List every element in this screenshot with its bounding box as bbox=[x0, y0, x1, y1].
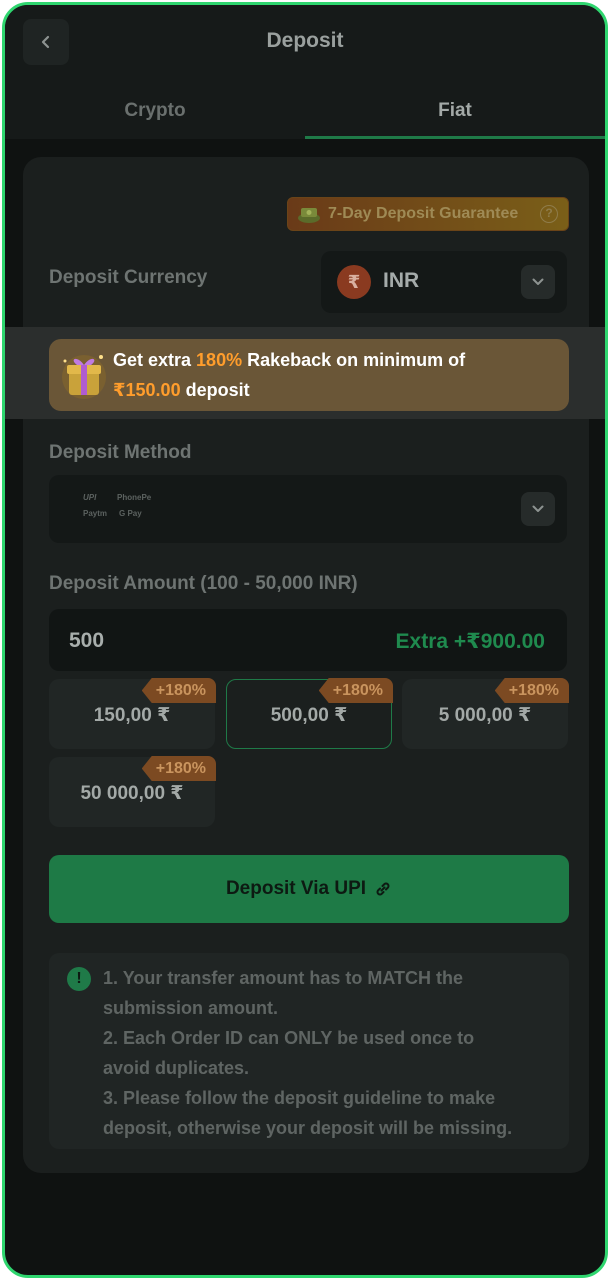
promo-suffix: deposit bbox=[180, 380, 250, 400]
chip-value: 150,00 ₹ bbox=[93, 705, 171, 726]
phone-frame: Deposit Crypto Fiat 7-Day Deposit Guaran… bbox=[2, 2, 608, 1278]
notice-line: 1. Your transfer amount has to MATCH the bbox=[103, 968, 464, 988]
extra-bonus-text: Extra +₹900.00 bbox=[395, 630, 545, 653]
amount-chip-5000[interactable]: +180% 5 000,00 ₹ bbox=[402, 678, 569, 749]
tab-bar: Crypto Fiat bbox=[5, 83, 605, 139]
promo-text: Get extra 180% Rakeback on minimum of ₹15… bbox=[113, 345, 559, 405]
chip-value: 500,00 ₹ bbox=[270, 705, 348, 726]
upi-logo: UPI bbox=[83, 493, 97, 502]
bonus-badge: +180% bbox=[141, 756, 216, 781]
notice-line: 2. Each Order ID can ONLY be used once t… bbox=[103, 1028, 475, 1048]
paytm-logo: Paytm bbox=[83, 509, 108, 518]
money-stack-icon bbox=[298, 208, 320, 223]
chevron-down-icon bbox=[532, 505, 544, 512]
notice-line: avoid duplicates. bbox=[103, 1058, 250, 1078]
tab-fiat[interactable]: Fiat bbox=[305, 83, 605, 139]
deposit-amount-label: Deposit Amount (100 - 50,000 INR) bbox=[49, 573, 358, 594]
rupee-icon: ₹ bbox=[337, 265, 371, 299]
amount-chip-500[interactable]: +180% 500,00 ₹ bbox=[226, 678, 393, 749]
gpay-logo: G Pay bbox=[119, 509, 142, 518]
page-title: Deposit bbox=[266, 29, 344, 52]
deposit-currency-label: Deposit Currency bbox=[49, 267, 208, 288]
notice-line: submission amount. bbox=[103, 998, 279, 1018]
header: Deposit bbox=[5, 5, 605, 83]
deposit-via-upi-button[interactable]: Deposit Via UPI bbox=[49, 855, 569, 923]
gift-box-icon bbox=[62, 355, 106, 399]
guarantee-label: 7-Day Deposit Guarantee bbox=[328, 205, 519, 222]
currency-select[interactable]: ₹ INR bbox=[321, 251, 567, 313]
exclamation-icon: ! bbox=[67, 967, 91, 991]
question-circle-icon[interactable]: ? bbox=[540, 205, 558, 223]
notice-line: deposit, otherwise your deposit will be … bbox=[103, 1118, 513, 1138]
rakeback-promo-banner[interactable]: Get extra 180% Rakeback on minimum of ₹15… bbox=[49, 339, 569, 411]
amount-chip-50000[interactable]: +180% 50 000,00 ₹ bbox=[49, 756, 216, 827]
chevron-down-icon bbox=[532, 278, 544, 285]
amount-chip-150[interactable]: +180% 150,00 ₹ bbox=[49, 678, 216, 749]
chip-value: 5 000,00 ₹ bbox=[438, 705, 532, 726]
currency-value: INR bbox=[383, 269, 420, 292]
bonus-badge: +180% bbox=[494, 678, 569, 703]
deposit-method-select[interactable]: UPI PhonePe Paytm G Pay bbox=[49, 475, 567, 543]
amount-value: 500 bbox=[69, 629, 105, 652]
deposit-notice: ! 1. Your transfer amount has to MATCH t… bbox=[49, 953, 569, 1149]
bonus-badge: +180% bbox=[318, 678, 393, 703]
promo-percent: 180% bbox=[196, 350, 243, 370]
deposit-method-label: Deposit Method bbox=[49, 442, 192, 463]
promo-amount: ₹150.00 bbox=[113, 380, 181, 400]
promo-middle: Rakeback on minimum of bbox=[242, 350, 466, 370]
deposit-amount-input[interactable]: 500 Extra +₹900.00 bbox=[49, 609, 567, 671]
payment-logos: UPI PhonePe Paytm G Pay bbox=[83, 493, 163, 523]
deposit-button-label: Deposit Via UPI bbox=[225, 878, 367, 899]
method-dropdown-toggle[interactable] bbox=[521, 492, 555, 526]
tab-crypto[interactable]: Crypto bbox=[5, 83, 305, 139]
notice-text: 1. Your transfer amount has to MATCH the… bbox=[103, 963, 549, 1143]
link-icon bbox=[376, 882, 390, 896]
bonus-badge: +180% bbox=[141, 678, 216, 703]
deposit-guarantee-badge[interactable]: 7-Day Deposit Guarantee ? bbox=[287, 197, 569, 231]
chip-value: 50 000,00 ₹ bbox=[80, 783, 184, 804]
currency-dropdown-toggle[interactable] bbox=[521, 265, 555, 299]
phonepe-logo: PhonePe bbox=[117, 493, 152, 502]
notice-line: 3. Please follow the deposit guideline t… bbox=[103, 1088, 496, 1108]
promo-prefix: Get extra bbox=[113, 350, 197, 370]
